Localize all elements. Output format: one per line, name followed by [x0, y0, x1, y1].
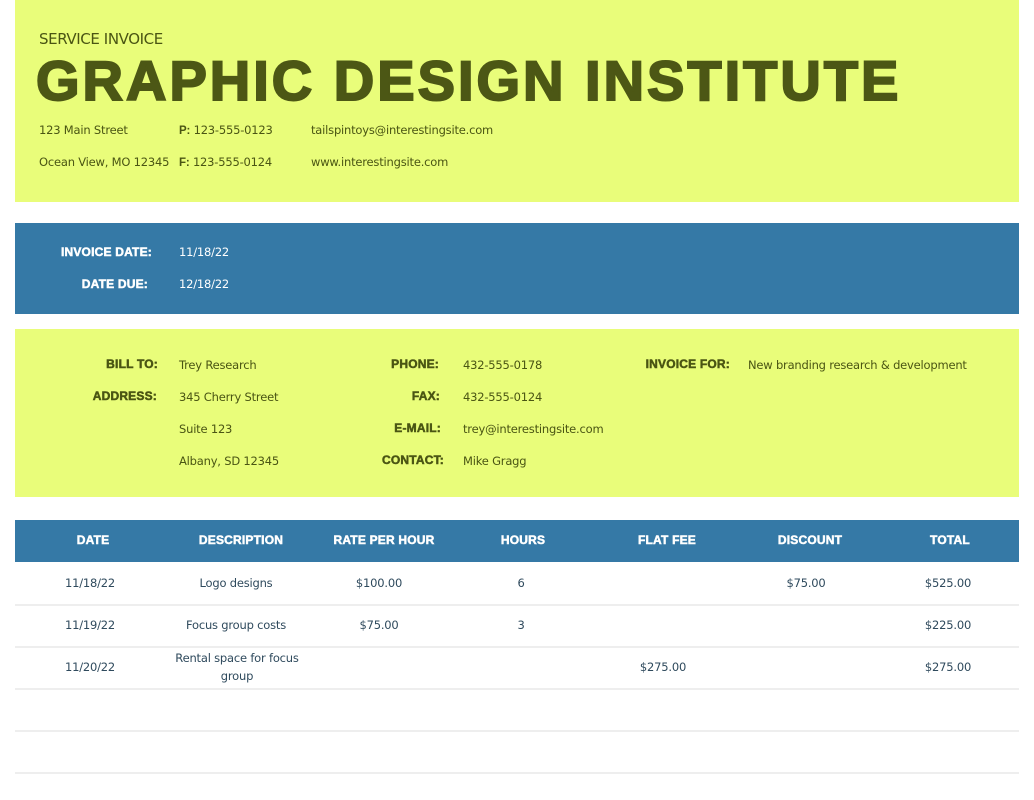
cell-flat-fee [593, 604, 733, 646]
cell-date: 11/18/22 [64, 576, 116, 590]
company-website[interactable]: www.interestingsite.com [311, 155, 448, 169]
service-invoice-title: SERVICE INVOICE [39, 30, 163, 48]
cell-date: 11/19/22 [64, 618, 116, 632]
client-fax-value: 432-555-0124 [463, 390, 543, 404]
cell-description: Rental space for focus group [175, 651, 299, 683]
invoice-date-label: INVOICE DATE: [60, 245, 152, 260]
table-row: 11/20/22 Rental space for focus group $2… [15, 646, 1019, 690]
client-phone-label: PHONE: [391, 357, 439, 372]
cell-total: $225.00 [924, 618, 972, 632]
cell-total: $275.00 [924, 660, 972, 674]
fax-label: F: [179, 157, 190, 169]
company-address-line2: Ocean View, MO 12345 [39, 155, 170, 169]
cell-date: 11/20/22 [64, 660, 116, 674]
invoice-date-value: 11/18/22 [179, 245, 230, 259]
table-row: 11/18/22 Logo designs $100.00 6 $75.00 $… [15, 562, 1019, 606]
table-row: 11/19/22 Focus group costs $75.00 3 $225… [15, 604, 1019, 648]
client-email-value[interactable]: trey@interestingsite.com [463, 422, 604, 436]
company-phone: P: 123-555-0123 [179, 123, 273, 137]
cell-rate [309, 646, 449, 688]
company-fax: F: 123-555-0124 [179, 155, 272, 169]
bill-to-label: BILL TO: [106, 357, 158, 372]
company-email[interactable]: tailspintoys@interestingsite.com [311, 123, 493, 137]
invoice-for-label: INVOICE FOR: [645, 357, 730, 372]
cell-discount: $75.00 [786, 576, 826, 590]
table-header: DATE DESCRIPTION RATE PER HOUR HOURS FLA… [15, 520, 1019, 562]
col-header-rate: RATE PER HOUR [333, 533, 435, 548]
cell-rate: $100.00 [355, 576, 403, 590]
cell-description: Focus group costs [185, 618, 286, 632]
col-header-discount: DISCOUNT [777, 533, 843, 548]
table-row-empty [15, 688, 1019, 732]
dates-section [15, 223, 1019, 314]
col-header-hours: HOURS [500, 533, 546, 548]
cell-rate: $75.00 [359, 618, 399, 632]
invoice-for-value: New branding research & development [748, 358, 967, 372]
due-date-value: 12/18/22 [179, 277, 230, 291]
cell-flat-fee [593, 562, 733, 604]
table-row-empty [15, 730, 1019, 774]
col-header-description: DESCRIPTION [198, 533, 284, 548]
cell-hours: 6 [517, 576, 525, 590]
cell-discount [736, 604, 876, 646]
address-line3: Albany, SD 12345 [179, 454, 280, 468]
cell-hours [451, 646, 591, 688]
cell-total: $525.00 [924, 576, 972, 590]
client-phone-value: 432-555-0178 [463, 358, 543, 372]
company-name: GRAPHIC DESIGN INSTITUTE [35, 48, 902, 113]
company-address-line1: 123 Main Street [39, 123, 128, 137]
client-contact-label: CONTACT: [381, 453, 444, 468]
phone-label: P: [179, 125, 191, 137]
client-fax-label: FAX: [411, 389, 440, 404]
address-label: ADDRESS: [92, 389, 157, 404]
col-header-flat-fee: FLAT FEE [637, 533, 697, 548]
phone-value: 123-555-0123 [193, 123, 273, 137]
bill-to-value: Trey Research [179, 358, 257, 372]
cell-description: Logo designs [199, 576, 273, 590]
col-header-total: TOTAL [930, 533, 970, 548]
due-date-label: DATE DUE: [81, 277, 148, 292]
cell-hours: 3 [517, 618, 525, 632]
cell-flat-fee: $275.00 [639, 660, 687, 674]
client-email-label: E-MAIL: [394, 421, 441, 436]
address-line2: Suite 123 [179, 422, 233, 436]
fax-value: 123-555-0124 [192, 155, 273, 169]
cell-discount [736, 646, 876, 688]
address-line1: 345 Cherry Street [179, 390, 279, 404]
client-contact-value: Mike Gragg [463, 454, 527, 468]
billing-section [15, 329, 1019, 497]
col-header-date: DATE [76, 533, 110, 548]
